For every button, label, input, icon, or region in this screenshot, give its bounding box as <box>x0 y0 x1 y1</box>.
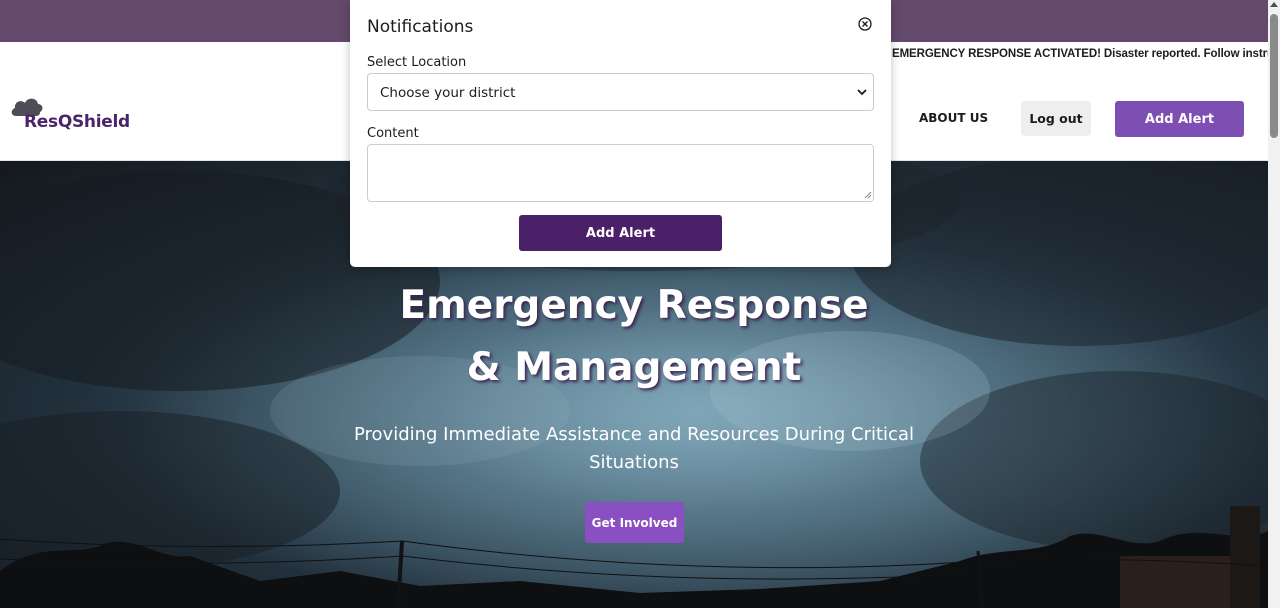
logo[interactable]: ResQShield <box>10 96 140 140</box>
add-alert-submit-button[interactable]: Add Alert <box>519 215 722 251</box>
district-select-value: Choose your district <box>380 85 516 101</box>
page-scrollbar[interactable] <box>1268 0 1280 608</box>
modal-title: Notifications <box>367 17 474 37</box>
nav-about-us[interactable]: ABOUT US <box>919 111 988 125</box>
select-location-label: Select Location <box>367 55 467 70</box>
district-select[interactable]: Choose your district <box>367 73 874 111</box>
get-involved-button[interactable]: Get Involved <box>585 502 684 543</box>
content-label: Content <box>367 126 419 141</box>
logout-button[interactable]: Log out <box>1021 101 1091 136</box>
chevron-down-icon <box>857 89 867 96</box>
content-textarea[interactable] <box>367 144 874 202</box>
resize-handle-icon[interactable] <box>864 191 872 199</box>
add-alert-nav-button[interactable]: Add Alert <box>1115 101 1244 137</box>
close-icon[interactable] <box>858 17 872 31</box>
notifications-modal: Notifications Select Location Choose you… <box>350 0 891 267</box>
logo-text: ResQShield <box>24 112 130 132</box>
hero-title-line-1: Emergency Response <box>399 283 869 328</box>
scroll-thumb[interactable] <box>1270 14 1278 138</box>
hero-subtitle: Providing Immediate Assistance and Resou… <box>353 424 914 473</box>
scroll-up-arrow[interactable] <box>1270 2 1278 7</box>
ticker-text: EMERGENCY RESPONSE ACTIVATED! Disaster r… <box>892 48 1268 60</box>
hero-title-line-2: & Management <box>466 345 802 390</box>
hero-title: Emergency Response & Management <box>0 275 1268 399</box>
